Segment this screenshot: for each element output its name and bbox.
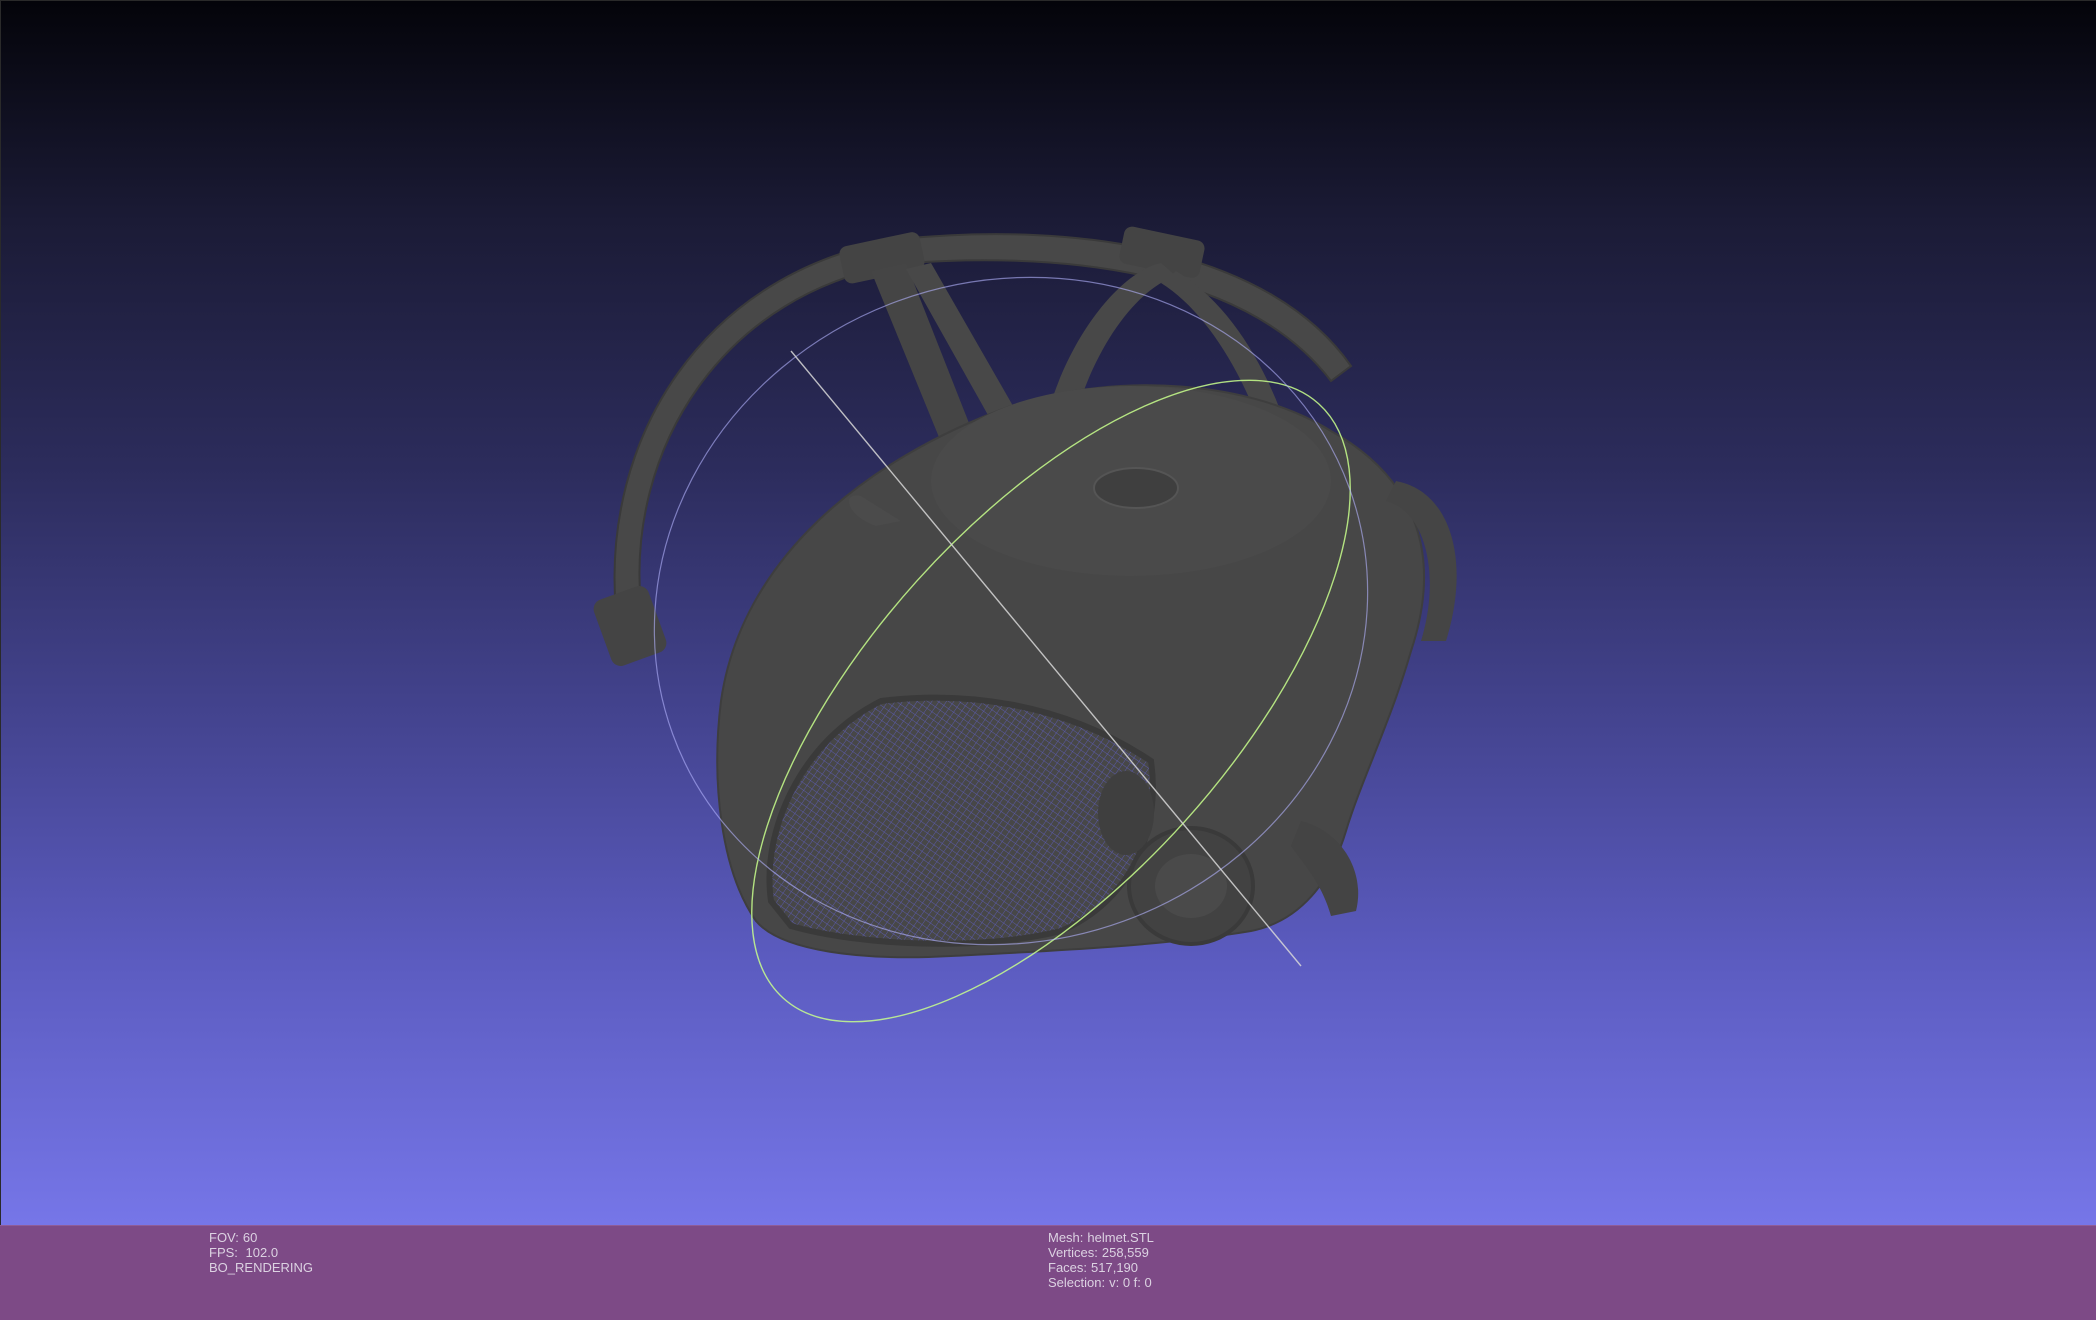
faces-readout: Faces: 517,190 xyxy=(1048,1260,1154,1275)
mesh-name-readout: Mesh: helmet.STL xyxy=(1048,1230,1154,1245)
mesh-chin-knob xyxy=(1098,771,1154,855)
mesh-name: helmet.STL xyxy=(1087,1230,1154,1245)
mesh-label: Mesh: xyxy=(1048,1230,1084,1245)
vertices-value: 258,559 xyxy=(1101,1245,1149,1260)
vertices-readout: Vertices: 258,559 xyxy=(1048,1245,1154,1260)
selection-readout: Selection: v: 0 f: 0 xyxy=(1048,1275,1154,1290)
fov-value: 60 xyxy=(242,1230,258,1245)
selection-value: v: 0 f: 0 xyxy=(1109,1275,1152,1290)
view-info: FOV: 60 FPS: 102.0 BO_RENDERING xyxy=(209,1230,313,1275)
mesh-vent xyxy=(1093,467,1179,509)
info-bar: FOV: 60 FPS: 102.0 BO_RENDERING Mesh: helm… xyxy=(0,1225,2096,1320)
faces-value: 517,190 xyxy=(1091,1260,1139,1275)
fov-label: FOV: xyxy=(209,1230,239,1245)
mesh-info: Mesh: helmet.STL Vertices: 258,559 Faces: 5… xyxy=(1048,1230,1154,1290)
vertices-label: Vertices: xyxy=(1048,1245,1098,1260)
fps-label: FPS: xyxy=(209,1245,238,1260)
scene-canvas[interactable] xyxy=(1,1,2096,1226)
fov-readout: FOV: 60 xyxy=(209,1230,313,1245)
mesh-clip-side xyxy=(593,586,667,666)
3d-viewport[interactable] xyxy=(0,0,2096,1225)
render-mode: BO_RENDERING xyxy=(209,1260,314,1275)
meshlab-window: FOV: 60 FPS: 102.0 BO_RENDERING Mesh: helm… xyxy=(0,0,2096,1320)
fps-value: 102.0 xyxy=(245,1245,279,1260)
faces-label: Faces: xyxy=(1048,1260,1088,1275)
fps-readout: FPS: 102.0 xyxy=(209,1245,313,1260)
selection-label: Selection: xyxy=(1048,1275,1106,1290)
helmet-mesh xyxy=(593,226,1457,959)
